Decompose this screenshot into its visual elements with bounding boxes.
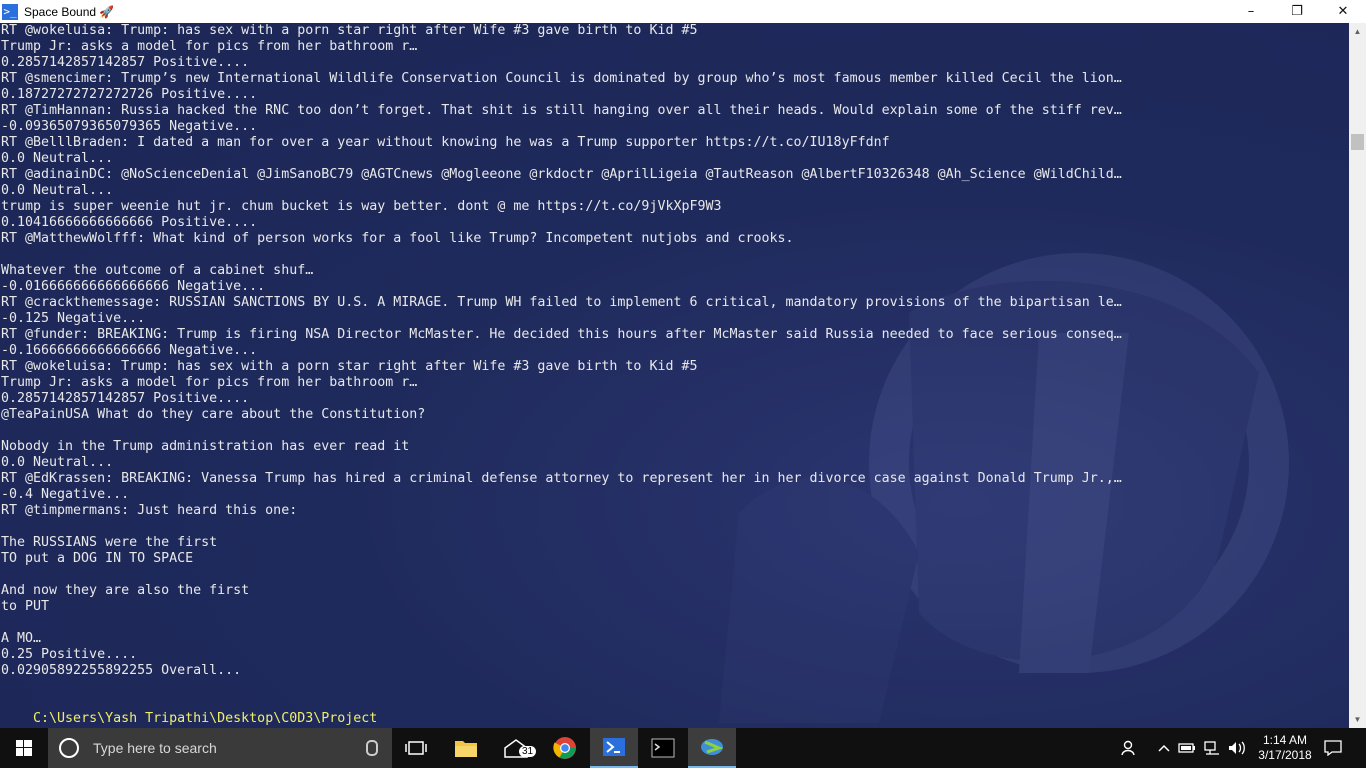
window-title: Space Bound 🚀: [24, 4, 115, 19]
console-line: -0.09365079365079365 Negative...: [1, 119, 258, 134]
taskbar-chrome[interactable]: [541, 728, 589, 768]
console-lines: RT @wokeluisa: Trump: has sex with a por…: [0, 23, 1349, 695]
console-line: The RUSSIANS were the first: [1, 535, 218, 550]
console-line: 0.0 Neutral...: [1, 455, 114, 470]
taskbar-command-prompt[interactable]: [639, 728, 687, 768]
console-line: Whatever the outcome of a cabinet shuf…: [1, 263, 314, 278]
taskbar-file-explorer[interactable]: [442, 728, 490, 768]
download-manager-icon: [701, 739, 724, 755]
scrollbar-thumb[interactable]: [1351, 134, 1364, 150]
show-hidden-icons-chevron-icon[interactable]: [1155, 728, 1173, 768]
start-button[interactable]: [0, 728, 48, 768]
maximize-button[interactable]: ❐: [1274, 0, 1320, 23]
minimize-button[interactable]: –: [1228, 0, 1274, 23]
console-line: 0.10416666666666666 Positive....: [1, 215, 258, 230]
network-icon[interactable]: [1201, 728, 1223, 768]
battery-icon[interactable]: [1177, 728, 1197, 768]
console-line: RT @funder: BREAKING: Trump is firing NS…: [1, 327, 1122, 342]
action-center-button[interactable]: [1318, 728, 1348, 768]
taskbar-mail[interactable]: 31: [492, 728, 540, 768]
console-line: -0.4 Negative...: [1, 487, 130, 502]
console-line: RT @MatthewWolfff: What kind of person w…: [1, 231, 794, 246]
console-line: RT @wokeluisa: Trump: has sex with a por…: [1, 23, 698, 38]
windows-logo-icon: [16, 740, 32, 756]
chrome-icon: [553, 737, 576, 759]
command-prompt[interactable]: C:\Users\Yash Tripathi\Desktop\C0D3\Proj…: [0, 695, 1349, 726]
cortana-icon: [59, 738, 79, 758]
console-line: 0.0 Neutral...: [1, 183, 114, 198]
folder-icon: [455, 741, 477, 757]
console-line: Nobody in the Trump administration has e…: [1, 439, 410, 454]
console-line: RT @timpmermans: Just heard this one:: [1, 503, 298, 518]
console-line: RT @TimHannan: Russia hacked the RNC too…: [1, 103, 1122, 118]
taskbar: Type here to search 31 1:14 AM 3/17/2018: [0, 728, 1366, 768]
console-line: 0.0 Neutral...: [1, 151, 114, 166]
console-line: RT @adinainDC: @NoScienceDenial @JimSano…: [1, 167, 1122, 182]
console-line: 0.18727272727272726 Positive....: [1, 87, 258, 102]
console-line: TO put a DOG IN TO SPACE: [1, 551, 194, 566]
console-line: to PUT: [1, 599, 50, 614]
console-line: 0.2857142857142857 Positive....: [1, 55, 250, 70]
console-output[interactable]: RT @wokeluisa: Trump: has sex with a por…: [0, 23, 1349, 728]
console-line: -0.16666666666666666 Negative...: [1, 343, 258, 358]
taskbar-clock[interactable]: 1:14 AM 3/17/2018: [1255, 733, 1315, 763]
people-icon[interactable]: [1118, 728, 1142, 768]
action-center-icon: [1324, 740, 1342, 756]
console-line: RT @BelllBraden: I dated a man for over …: [1, 135, 890, 150]
console-line: Trump Jr: asks a model for pics from her…: [1, 375, 418, 390]
command-prompt-icon: [651, 738, 675, 758]
console-line: And now they are also the first: [1, 583, 250, 598]
console-line: RT @crackthemessage: RUSSIAN SANCTIONS B…: [1, 295, 1122, 310]
console-line: 0.2857142857142857 Positive....: [1, 391, 250, 406]
search-placeholder: Type here to search: [93, 740, 217, 756]
clock-time: 1:14 AM: [1262, 733, 1308, 747]
console-line: A MO…: [1, 631, 42, 646]
console-line: trump is super weenie hut jr. chum bucke…: [1, 199, 722, 214]
taskbar-search-box[interactable]: Type here to search: [48, 728, 392, 768]
mail-badge: 31: [519, 746, 537, 757]
title-bar: >_ Space Bound 🚀 – ❐ ✕: [0, 0, 1366, 23]
window-controls: – ❐ ✕: [1228, 0, 1366, 23]
task-view-button[interactable]: [392, 728, 440, 768]
scroll-down-arrow-icon[interactable]: ▼: [1349, 711, 1366, 728]
console-line: -0.016666666666666666 Negative...: [1, 279, 266, 294]
console-line: Trump Jr: asks a model for pics from her…: [1, 39, 418, 54]
task-view-icon: [405, 741, 427, 755]
taskbar-internet-download-manager[interactable]: [688, 728, 736, 768]
console-line: RT @EdKrassen: BREAKING: Vanessa Trump h…: [1, 471, 1122, 486]
powershell-icon: >_: [2, 3, 18, 20]
scroll-up-arrow-icon[interactable]: ▲: [1349, 23, 1366, 40]
console-line: RT @wokeluisa: Trump: has sex with a por…: [1, 359, 698, 374]
vertical-scrollbar[interactable]: ▲ ▼: [1349, 23, 1366, 728]
volume-icon[interactable]: [1226, 728, 1248, 768]
clock-date: 3/17/2018: [1258, 748, 1312, 762]
powershell-taskbar-icon: [603, 738, 625, 756]
console-line: @TeaPainUSA What do they care about the …: [1, 407, 426, 422]
console-line: -0.125 Negative...: [1, 311, 146, 326]
microphone-icon[interactable]: [366, 740, 378, 756]
console-line: 0.25 Positive....: [1, 647, 138, 662]
close-button[interactable]: ✕: [1320, 0, 1366, 23]
console-line: 0.02905892255892255 Overall...: [1, 663, 242, 678]
command-input-line[interactable]: >>>: [0, 711, 1349, 728]
taskbar-powershell[interactable]: [590, 728, 638, 768]
console-line: RT @smencimer: Trump’s new International…: [1, 71, 1122, 86]
